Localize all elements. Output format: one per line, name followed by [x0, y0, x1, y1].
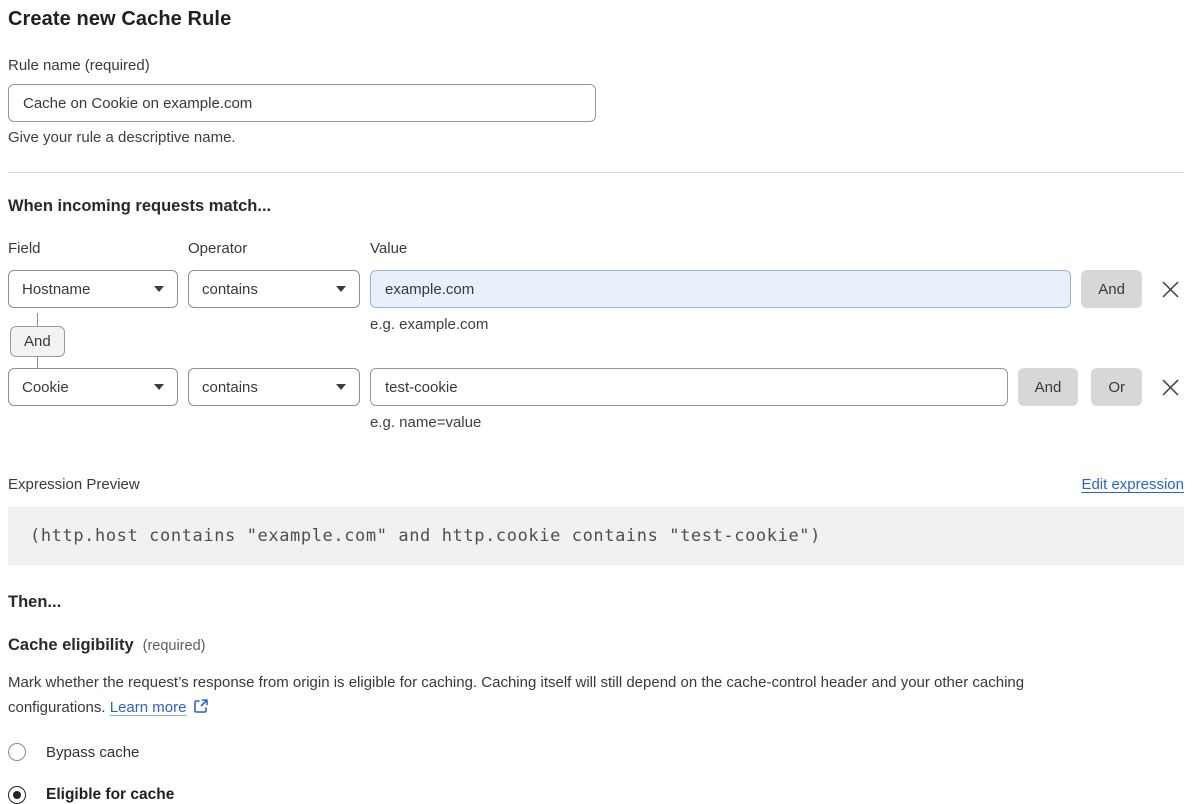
- operator-select-row2-value: contains: [202, 379, 258, 396]
- radio-button-icon: [8, 743, 26, 761]
- cache-eligibility-title: Cache eligibility: [8, 636, 134, 655]
- learn-more-link[interactable]: Learn more: [110, 699, 187, 716]
- page-title: Create new Cache Rule: [8, 8, 1184, 31]
- section-divider: [8, 172, 1184, 173]
- edit-expression-link[interactable]: Edit expression: [1081, 476, 1184, 493]
- value-input-row1[interactable]: [370, 270, 1071, 308]
- chevron-down-icon: [336, 286, 346, 292]
- field-select-row1[interactable]: Hostname: [8, 270, 178, 308]
- radio-button-icon: [8, 786, 26, 804]
- condition-row-2: Cookie contains e.g. name=value And Or: [8, 368, 1184, 431]
- then-heading: Then...: [8, 593, 1184, 612]
- value-input-row2[interactable]: [370, 368, 1008, 406]
- operator-select-row2[interactable]: contains: [188, 368, 360, 406]
- row2-actions: And Or: [1018, 368, 1184, 406]
- external-link-icon: [193, 698, 209, 714]
- add-and-condition-button-row2[interactable]: And: [1018, 368, 1079, 406]
- chevron-down-icon: [154, 384, 164, 390]
- radio-option-eligible-for-cache[interactable]: Eligible for cache: [8, 786, 1184, 804]
- connector-and-button[interactable]: And: [10, 326, 65, 357]
- remove-condition-button-row2[interactable]: [1156, 368, 1184, 406]
- expression-preview-box: (http.host contains "example.com" and ht…: [8, 507, 1184, 565]
- value-hint-row1: e.g. example.com: [370, 316, 1071, 333]
- description-line1: Mark whether the request’s response from…: [8, 674, 1024, 691]
- radio-label: Bypass cache: [46, 744, 139, 761]
- chevron-down-icon: [154, 286, 164, 292]
- close-icon: [1161, 280, 1180, 299]
- description-line2: configurations.: [8, 699, 106, 716]
- cache-eligibility-options: Bypass cache Eligible for cache: [8, 743, 1184, 804]
- value-column-label: Value: [370, 240, 1174, 257]
- operator-column-label: Operator: [188, 240, 360, 257]
- expression-preview-label: Expression Preview: [8, 476, 140, 493]
- operator-select-row1-value: contains: [202, 281, 258, 298]
- value-hint-row2: e.g. name=value: [370, 414, 1008, 431]
- operator-select-row1[interactable]: contains: [188, 270, 360, 308]
- value-cell-row1: e.g. example.com: [370, 270, 1071, 333]
- required-note: (required): [143, 638, 206, 654]
- rule-name-input[interactable]: [8, 84, 596, 122]
- field-select-row1-value: Hostname: [22, 281, 90, 298]
- field-select-row2-value: Cookie: [22, 379, 69, 396]
- field-column-label: Field: [8, 240, 178, 257]
- match-heading: When incoming requests match...: [8, 197, 1184, 216]
- value-cell-row2: e.g. name=value: [370, 368, 1008, 431]
- close-icon: [1161, 378, 1180, 397]
- rule-name-label: Rule name (required): [8, 57, 1184, 74]
- rule-name-help: Give your rule a descriptive name.: [8, 129, 1184, 146]
- expression-code: (http.host contains "example.com" and ht…: [30, 526, 1162, 546]
- condition-column-labels: Field Operator Value: [8, 240, 1184, 257]
- cache-eligibility-description: Mark whether the request’s response from…: [8, 670, 1184, 720]
- radio-option-bypass-cache[interactable]: Bypass cache: [8, 743, 1184, 761]
- field-select-row2[interactable]: Cookie: [8, 368, 178, 406]
- cache-eligibility-heading: Cache eligibility (required): [8, 636, 1184, 655]
- remove-condition-button-row1[interactable]: [1156, 270, 1184, 308]
- add-or-condition-button-row2[interactable]: Or: [1091, 368, 1142, 406]
- add-and-condition-button-row1[interactable]: And: [1081, 270, 1142, 308]
- row1-actions: And: [1081, 270, 1184, 308]
- radio-label: Eligible for cache: [46, 786, 174, 804]
- create-cache-rule-page: Create new Cache Rule Rule name (require…: [0, 0, 1200, 804]
- condition-row-1: Hostname contains e.g. example.com And: [8, 270, 1184, 333]
- chevron-down-icon: [336, 384, 346, 390]
- expression-preview-header: Expression Preview Edit expression: [8, 476, 1184, 493]
